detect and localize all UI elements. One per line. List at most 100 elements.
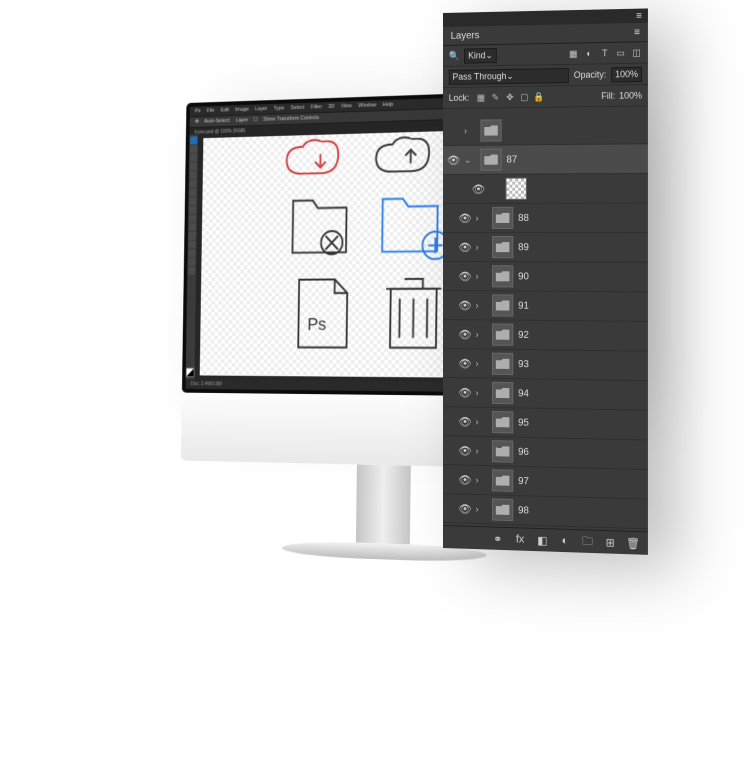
layer-row[interactable]: 👁 [443,174,648,204]
menu-layer[interactable]: Layer [255,106,267,112]
lock-all-icon[interactable]: 🔒 [533,91,545,103]
lock-artboard-icon[interactable]: ▢ [519,91,531,103]
menu-filter[interactable]: Filter [311,104,322,110]
delete-layer-icon[interactable]: 🗑 [626,536,640,551]
visibility-toggle[interactable]: 👁 [454,415,475,428]
menu-window[interactable]: Window [358,102,376,109]
layer-row[interactable]: 👁⌄87 [443,144,648,175]
menu-edit[interactable]: Edit [221,107,229,113]
layer-thumbnail[interactable] [492,469,513,492]
layer-thumbnail[interactable] [492,323,513,345]
crop-tool[interactable] [190,171,197,179]
clone-tool[interactable] [189,197,196,205]
expand-toggle[interactable]: › [476,329,488,339]
zoom-tool[interactable] [188,267,195,275]
layer-thumbnail[interactable] [492,294,513,316]
layer-name[interactable]: 98 [518,505,529,516]
layer-style-icon[interactable]: fx [513,532,527,547]
layer-list[interactable]: ›👁⌄87👁👁›88👁›89👁›90👁›91👁›92👁›93👁›94👁›95👁›… [443,115,648,533]
expand-toggle[interactable]: › [476,446,488,456]
eraser-tool[interactable] [189,206,196,214]
layer-row[interactable]: 👁›91 [443,291,648,322]
opacity-field[interactable]: 100% [611,66,642,82]
color-swatches[interactable] [186,368,195,378]
visibility-toggle[interactable]: 👁 [454,211,475,224]
new-layer-icon[interactable]: ⊞ [603,535,617,550]
layer-thumbnail[interactable] [492,353,513,375]
layer-name[interactable]: 97 [518,475,529,486]
move-tool[interactable] [190,136,197,144]
type-tool[interactable] [189,232,196,240]
link-layers-icon[interactable]: ⚭ [491,532,505,547]
eyedropper-tool[interactable] [189,180,196,188]
expand-toggle[interactable]: › [476,271,488,281]
lasso-tool[interactable] [190,154,197,162]
adjustment-layer-icon[interactable]: ◐ [558,534,572,549]
visibility-toggle[interactable]: 👁 [454,386,475,399]
panel-title[interactable]: Layers [451,30,480,42]
layer-row[interactable]: › [443,115,648,146]
pen-tool[interactable] [189,223,196,231]
layer-mask-icon[interactable]: ◧ [536,533,550,548]
layer-name[interactable]: 96 [518,446,529,457]
shape-tool[interactable] [188,249,195,257]
menu-select[interactable]: Select [291,105,305,111]
expand-toggle[interactable]: › [476,358,488,368]
expand-toggle[interactable]: › [476,417,488,427]
filter-smart-icon[interactable]: ◫ [631,47,642,58]
fill-field[interactable]: 100% [619,90,642,101]
menu-help[interactable]: Help [383,102,394,108]
layer-thumbnail[interactable] [480,149,501,171]
layer-thumbnail[interactable] [492,265,513,287]
menu-type[interactable]: Type [274,106,285,112]
layer-row[interactable]: 👁›89 [443,233,648,263]
layer-row[interactable]: 👁› 88 [443,204,648,234]
blend-mode-dropdown[interactable]: Pass Through ⌄ [449,67,569,84]
layer-name[interactable]: 93 [518,359,529,370]
filter-shape-icon[interactable]: ▭ [615,47,626,58]
expand-toggle[interactable]: › [476,242,488,252]
layer-name[interactable]: 91 [518,300,529,311]
expand-toggle[interactable]: ⌄ [464,154,476,165]
expand-toggle[interactable]: › [476,504,488,514]
search-icon[interactable]: 🔍 [449,50,460,61]
visibility-toggle[interactable]: 👁 [454,270,475,283]
filter-kind-dropdown[interactable]: Kind ⌄ [464,48,496,64]
layer-name[interactable]: 88 [518,212,529,223]
autoselect-dropdown[interactable]: Layer [236,117,248,123]
layer-row[interactable]: 👁› 95 [443,407,648,440]
visibility-toggle[interactable]: 👁 [454,241,475,254]
lock-position-icon[interactable]: ✥ [504,91,516,103]
expand-toggle[interactable]: › [476,388,488,398]
visibility-toggle[interactable]: 👁 [443,153,464,166]
panel-menu-icon[interactable]: ≡ [634,26,640,37]
filter-adjust-icon[interactable]: ◐ [584,48,595,59]
brush-tool[interactable] [189,189,196,197]
layer-row[interactable]: 👁›92 [443,320,648,352]
visibility-toggle[interactable]: 👁 [454,473,475,487]
new-group-icon[interactable]: 🗀 [581,534,595,549]
path-tool[interactable] [189,241,196,249]
marquee-tool[interactable] [190,145,197,153]
panel-menu-icon[interactable]: ≡ [636,10,642,21]
layer-thumbnail[interactable] [492,382,513,405]
wand-tool[interactable] [190,162,197,170]
layer-thumbnail[interactable] [492,207,513,229]
expand-toggle[interactable]: › [464,126,476,136]
layer-thumbnail[interactable] [492,236,513,258]
layer-name[interactable]: 95 [518,417,529,428]
expand-toggle[interactable]: › [476,213,488,223]
menu-3d[interactable]: 3D [328,104,334,110]
visibility-toggle[interactable]: 👁 [454,502,475,516]
layers-panel[interactable]: ≡ Layers ≡ 🔍 Kind ⌄ ▦ ◐ T ▭ ◫ Pass [443,8,648,554]
layer-thumbnail[interactable] [492,411,513,434]
visibility-toggle[interactable]: 👁 [454,357,475,370]
blend-row[interactable]: Pass Through ⌄ Opacity: 100% [443,64,648,88]
layer-row[interactable]: 👁› 93 [443,349,648,381]
filter-type-icon[interactable]: T [599,47,610,58]
gradient-tool[interactable] [189,215,196,223]
layer-thumbnail[interactable] [506,178,527,200]
lock-image-icon[interactable]: ✎ [490,91,502,103]
menu-image[interactable]: Image [235,107,249,113]
layer-row[interactable]: 👁›90 [443,262,648,292]
